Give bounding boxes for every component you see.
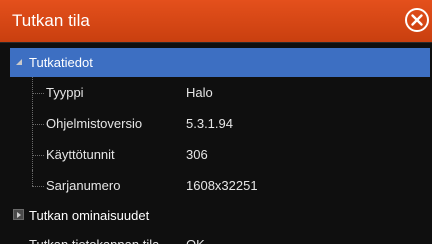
row-key: Ohjelmistoversio — [46, 116, 143, 131]
tree-group-radar-info[interactable]: Tutkatiedot — [10, 48, 430, 77]
tree-group-radar-features[interactable]: Tutkan ominaisuudet — [10, 201, 430, 230]
dialog-title: Tutkan tila — [12, 11, 90, 30]
expanded-triangle-icon[interactable] — [16, 59, 22, 65]
tree-row-type: Tyyppi Halo — [10, 77, 430, 108]
tree-group-label: Tutkan ominaisuudet — [29, 208, 150, 223]
tree-row-operating-hours: Käyttötunnit 306 — [10, 139, 430, 170]
tree-row-software-version: Ohjelmistoversio 5.3.1.94 — [10, 108, 430, 139]
radar-status-dialog: Tutkan tila Tutkatiedot Tyyppi Halo Ohje… — [0, 0, 432, 244]
collapsed-triangle-icon[interactable] — [13, 209, 24, 220]
tree-connector — [32, 155, 44, 156]
tree-connector — [32, 124, 44, 125]
row-value: Halo — [186, 85, 213, 100]
tree-row-serial-number: Sarjanumero 1608x32251 — [10, 170, 430, 198]
row-value: OK — [186, 237, 205, 244]
row-key: Tyyppi — [46, 85, 84, 100]
row-value: 306 — [186, 147, 208, 162]
tree-connector — [32, 186, 44, 187]
row-key: Sarjanumero — [46, 178, 121, 193]
row-value: 1608x32251 — [186, 178, 258, 193]
tree-connector — [32, 170, 33, 186]
row-key: Tutkan tietokannan tila — [29, 237, 159, 244]
status-tree: Tutkatiedot Tyyppi Halo Ohjelmistoversio… — [0, 42, 432, 244]
tree-connector — [32, 93, 44, 94]
tree-group-label: Tutkatiedot — [29, 55, 93, 70]
circle-x-icon — [405, 8, 429, 32]
titlebar: Tutkan tila — [0, 0, 432, 42]
close-button[interactable] — [404, 7, 430, 33]
row-value: 5.3.1.94 — [186, 116, 233, 131]
tree-row-database-status[interactable]: Tutkan tietokannan tila OK — [10, 232, 430, 244]
row-key: Käyttötunnit — [46, 147, 115, 162]
